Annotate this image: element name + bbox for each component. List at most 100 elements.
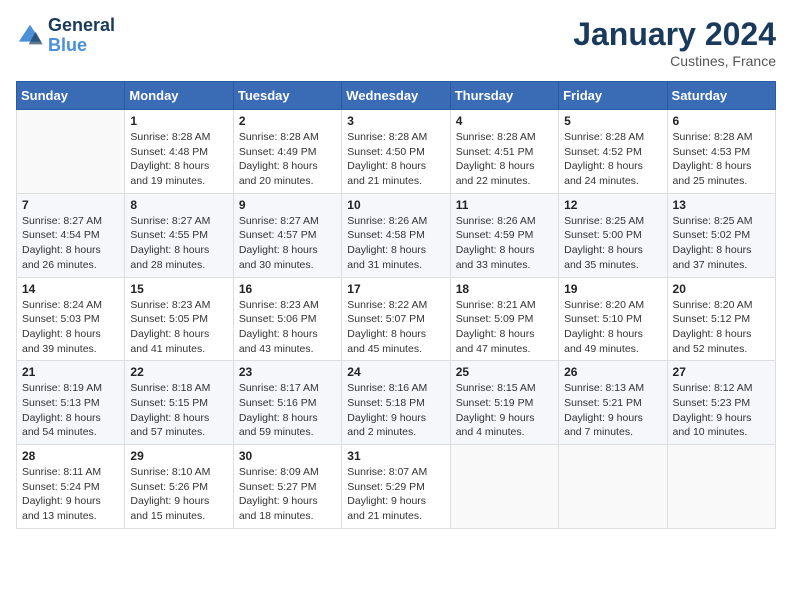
calendar-cell [450, 445, 558, 529]
calendar-cell: 13 Sunrise: 8:25 AM Sunset: 5:02 PM Dayli… [667, 193, 775, 277]
day-info: Sunrise: 8:20 AM Sunset: 5:10 PM Dayligh… [564, 298, 661, 357]
calendar-cell [17, 110, 125, 194]
day-number: 18 [456, 282, 553, 296]
day-number: 13 [673, 198, 770, 212]
day-info: Sunrise: 8:07 AM Sunset: 5:29 PM Dayligh… [347, 465, 444, 524]
day-info: Sunrise: 8:20 AM Sunset: 5:12 PM Dayligh… [673, 298, 770, 357]
day-info: Sunrise: 8:19 AM Sunset: 5:13 PM Dayligh… [22, 381, 119, 440]
day-number: 19 [564, 282, 661, 296]
day-info: Sunrise: 8:28 AM Sunset: 4:51 PM Dayligh… [456, 130, 553, 189]
calendar-cell: 5Sunrise: 8:28 AM Sunset: 4:52 PM Daylig… [559, 110, 667, 194]
day-info: Sunrise: 8:16 AM Sunset: 5:18 PM Dayligh… [347, 381, 444, 440]
calendar-cell: 31 Sunrise: 8:07 AM Sunset: 5:29 PM Dayli… [342, 445, 450, 529]
day-number: 7 [22, 198, 119, 212]
calendar-cell: 18Sunrise: 8:21 AM Sunset: 5:09 PM Dayli… [450, 277, 558, 361]
title-block: January 2024 Custines, France [573, 16, 776, 69]
day-number: 25 [456, 365, 553, 379]
day-number: 12 [564, 198, 661, 212]
day-info: Sunrise: 8:26 AM Sunset: 4:58 PM Dayligh… [347, 214, 444, 273]
calendar-cell: 27Sunrise: 8:12 AM Sunset: 5:23 PM Dayli… [667, 361, 775, 445]
day-info: Sunrise: 8:11 AM Sunset: 5:24 PM Dayligh… [22, 465, 119, 524]
day-number: 24 [347, 365, 444, 379]
day-info: Sunrise: 8:28 AM Sunset: 4:53 PM Dayligh… [673, 130, 770, 189]
day-info: Sunrise: 8:27 AM Sunset: 4:55 PM Dayligh… [130, 214, 227, 273]
calendar-cell: 12 Sunrise: 8:25 AM Sunset: 5:00 PM Dayli… [559, 193, 667, 277]
calendar-cell: 22 Sunrise: 8:18 AM Sunset: 5:15 PM Dayli… [125, 361, 233, 445]
day-number: 23 [239, 365, 336, 379]
calendar-cell: 14 Sunrise: 8:24 AM Sunset: 5:03 PM Dayli… [17, 277, 125, 361]
day-info: Sunrise: 8:18 AM Sunset: 5:15 PM Dayligh… [130, 381, 227, 440]
day-info: Sunrise: 8:25 AM Sunset: 5:02 PM Dayligh… [673, 214, 770, 273]
day-number: 20 [673, 282, 770, 296]
calendar-cell [667, 445, 775, 529]
day-number: 9 [239, 198, 336, 212]
calendar-week-row: 21 Sunrise: 8:19 AM Sunset: 5:13 PM Dayli… [17, 361, 776, 445]
day-number: 21 [22, 365, 119, 379]
calendar-cell: 21 Sunrise: 8:19 AM Sunset: 5:13 PM Dayli… [17, 361, 125, 445]
logo-text: General Blue [48, 16, 115, 56]
calendar-cell: 11Sunrise: 8:26 AM Sunset: 4:59 PM Dayli… [450, 193, 558, 277]
day-number: 2 [239, 114, 336, 128]
calendar-cell: 8 Sunrise: 8:27 AM Sunset: 4:55 PM Daylig… [125, 193, 233, 277]
day-info: Sunrise: 8:27 AM Sunset: 4:54 PM Dayligh… [22, 214, 119, 273]
calendar-cell: 16 Sunrise: 8:23 AM Sunset: 5:06 PM Dayli… [233, 277, 341, 361]
day-number: 30 [239, 449, 336, 463]
day-info: Sunrise: 8:24 AM Sunset: 5:03 PM Dayligh… [22, 298, 119, 357]
calendar-cell: 20 Sunrise: 8:20 AM Sunset: 5:12 PM Dayli… [667, 277, 775, 361]
calendar-cell: 10 Sunrise: 8:26 AM Sunset: 4:58 PM Dayli… [342, 193, 450, 277]
day-info: Sunrise: 8:23 AM Sunset: 5:05 PM Dayligh… [130, 298, 227, 357]
logo: General Blue [16, 16, 115, 56]
weekday-header-row: SundayMondayTuesdayWednesdayThursdayFrid… [17, 82, 776, 110]
day-info: Sunrise: 8:13 AM Sunset: 5:21 PM Dayligh… [564, 381, 661, 440]
day-number: 14 [22, 282, 119, 296]
month-title: January 2024 [573, 16, 776, 53]
calendar-cell: 30Sunrise: 8:09 AM Sunset: 5:27 PM Dayli… [233, 445, 341, 529]
calendar-cell: 26 Sunrise: 8:13 AM Sunset: 5:21 PM Dayli… [559, 361, 667, 445]
day-info: Sunrise: 8:10 AM Sunset: 5:26 PM Dayligh… [130, 465, 227, 524]
day-number: 28 [22, 449, 119, 463]
weekday-header-cell: Wednesday [342, 82, 450, 110]
logo-icon [16, 22, 44, 50]
day-number: 22 [130, 365, 227, 379]
calendar-week-row: 14 Sunrise: 8:24 AM Sunset: 5:03 PM Dayli… [17, 277, 776, 361]
weekday-header-cell: Thursday [450, 82, 558, 110]
weekday-header-cell: Saturday [667, 82, 775, 110]
day-number: 5 [564, 114, 661, 128]
weekday-header-cell: Sunday [17, 82, 125, 110]
calendar-cell: 1 Sunrise: 8:28 AM Sunset: 4:48 PM Daylig… [125, 110, 233, 194]
day-info: Sunrise: 8:27 AM Sunset: 4:57 PM Dayligh… [239, 214, 336, 273]
calendar-cell: 7 Sunrise: 8:27 AM Sunset: 4:54 PM Daylig… [17, 193, 125, 277]
day-info: Sunrise: 8:28 AM Sunset: 4:50 PM Dayligh… [347, 130, 444, 189]
day-number: 4 [456, 114, 553, 128]
calendar-cell: 19 Sunrise: 8:20 AM Sunset: 5:10 PM Dayli… [559, 277, 667, 361]
weekday-header-cell: Tuesday [233, 82, 341, 110]
day-number: 16 [239, 282, 336, 296]
day-number: 3 [347, 114, 444, 128]
day-number: 1 [130, 114, 227, 128]
location: Custines, France [573, 53, 776, 69]
weekday-header-cell: Friday [559, 82, 667, 110]
day-number: 31 [347, 449, 444, 463]
day-info: Sunrise: 8:22 AM Sunset: 5:07 PM Dayligh… [347, 298, 444, 357]
day-number: 10 [347, 198, 444, 212]
calendar-cell: 29 Sunrise: 8:10 AM Sunset: 5:26 PM Dayli… [125, 445, 233, 529]
calendar-cell: 15 Sunrise: 8:23 AM Sunset: 5:05 PM Dayli… [125, 277, 233, 361]
calendar-body: 1 Sunrise: 8:28 AM Sunset: 4:48 PM Daylig… [17, 110, 776, 529]
day-info: Sunrise: 8:23 AM Sunset: 5:06 PM Dayligh… [239, 298, 336, 357]
calendar-cell: 4 Sunrise: 8:28 AM Sunset: 4:51 PM Daylig… [450, 110, 558, 194]
day-number: 8 [130, 198, 227, 212]
calendar-table: SundayMondayTuesdayWednesdayThursdayFrid… [16, 81, 776, 529]
calendar-cell: 17Sunrise: 8:22 AM Sunset: 5:07 PM Dayli… [342, 277, 450, 361]
day-number: 15 [130, 282, 227, 296]
calendar-cell: 2Sunrise: 8:28 AM Sunset: 4:49 PM Daylig… [233, 110, 341, 194]
day-number: 26 [564, 365, 661, 379]
day-info: Sunrise: 8:25 AM Sunset: 5:00 PM Dayligh… [564, 214, 661, 273]
day-info: Sunrise: 8:12 AM Sunset: 5:23 PM Dayligh… [673, 381, 770, 440]
day-number: 29 [130, 449, 227, 463]
day-info: Sunrise: 8:28 AM Sunset: 4:48 PM Dayligh… [130, 130, 227, 189]
calendar-cell: 6 Sunrise: 8:28 AM Sunset: 4:53 PM Daylig… [667, 110, 775, 194]
calendar-cell: 24 Sunrise: 8:16 AM Sunset: 5:18 PM Dayli… [342, 361, 450, 445]
weekday-header-cell: Monday [125, 82, 233, 110]
day-number: 6 [673, 114, 770, 128]
page-header: General Blue January 2024 Custines, Fran… [16, 16, 776, 69]
